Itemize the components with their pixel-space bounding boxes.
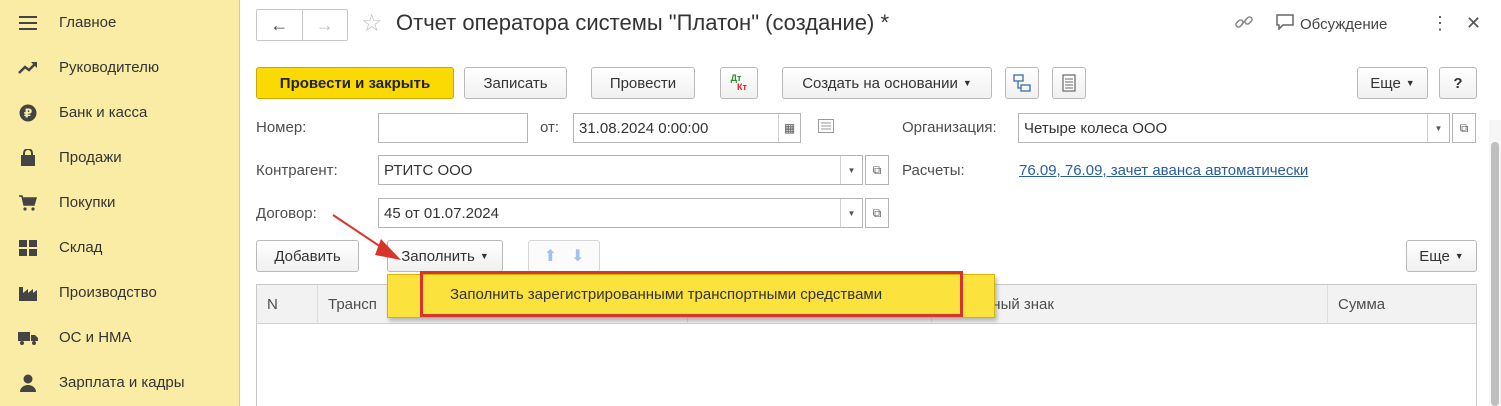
chevron-down-icon: ▼ <box>1454 251 1464 261</box>
post-and-close-button[interactable]: Провести и закрыть <box>256 67 454 99</box>
calendar-icon[interactable]: ▦ <box>778 114 800 142</box>
close-icon[interactable]: ✕ <box>1466 13 1481 34</box>
structure-button[interactable] <box>1005 67 1039 99</box>
chat-icon <box>1276 14 1294 34</box>
report-button[interactable] <box>1052 67 1086 99</box>
number-field[interactable] <box>378 113 528 143</box>
sidebar: Главное Руководителю ₽ Банк и касса Прод… <box>0 0 240 406</box>
more-button[interactable]: Еще ▼ <box>1357 67 1428 99</box>
sidebar-item-label: Склад <box>59 239 103 256</box>
create-based-on-button[interactable]: Создать на основании ▼ <box>782 67 992 99</box>
discussion-button[interactable]: Обсуждение <box>1276 14 1387 34</box>
document-form: ← → ☆ Отчет оператора системы "Платон" (… <box>241 0 1501 406</box>
counterparty-field[interactable]: РТИТС ООО ▼ <box>378 155 863 185</box>
history-icon[interactable] <box>818 119 834 136</box>
settlements-label: Расчеты: <box>902 162 965 179</box>
discussion-label: Обсуждение <box>1300 15 1388 33</box>
column-header-n[interactable]: N <box>257 285 318 324</box>
open-counterparty-button[interactable]: ⧉ <box>865 155 889 185</box>
move-buttons: ⬆ ⬇ <box>528 240 600 272</box>
date-from-label: от: <box>540 119 560 136</box>
truck-icon <box>18 328 38 348</box>
menu-icon <box>18 13 38 33</box>
arrow-up-icon[interactable]: ⬆ <box>544 246 557 266</box>
chevron-down-icon[interactable]: ▼ <box>840 199 862 227</box>
warehouse-icon <box>18 238 38 258</box>
sidebar-item-manager[interactable]: Руководителю <box>0 45 240 90</box>
post-button[interactable]: Провести <box>591 67 695 99</box>
number-label: Номер: <box>256 119 307 136</box>
sidebar-item-main[interactable]: Главное <box>0 0 240 45</box>
forward-button[interactable]: → <box>301 10 348 40</box>
arrow-down-icon[interactable]: ⬇ <box>571 246 584 266</box>
date-field[interactable]: 31.08.2024 0:00:00 ▦ <box>573 113 801 143</box>
page-title: Отчет оператора системы "Платон" (создан… <box>396 10 890 35</box>
table-more-button[interactable]: Еще ▼ <box>1406 240 1477 272</box>
sidebar-item-warehouse[interactable]: Склад <box>0 225 240 270</box>
factory-icon <box>18 283 38 303</box>
sidebar-item-label: Банк и касса <box>59 104 148 121</box>
scrollbar-thumb[interactable] <box>1491 142 1499 406</box>
sidebar-item-production[interactable]: Производство <box>0 270 240 315</box>
open-contract-button[interactable]: ⧉ <box>865 198 889 228</box>
fill-dropdown-menu: Заполнить зарегистрированными транспортн… <box>387 271 995 318</box>
date-value: 31.08.2024 0:00:00 <box>579 119 709 137</box>
link-icon[interactable] <box>1234 12 1254 37</box>
kebab-menu-icon[interactable]: ⋮ <box>1431 13 1449 34</box>
sidebar-item-purchases[interactable]: Покупки <box>0 180 240 225</box>
favorite-star-icon[interactable]: ☆ <box>361 12 383 36</box>
ruble-icon: ₽ <box>18 103 38 123</box>
contract-label: Договор: <box>256 205 317 222</box>
organization-value: Четыре колеса ООО <box>1024 119 1168 137</box>
cart-icon <box>18 193 38 213</box>
person-icon <box>18 373 38 393</box>
column-header-amount[interactable]: Сумма <box>1328 285 1478 324</box>
organization-label: Организация: <box>902 119 997 136</box>
sidebar-item-label: Руководителю <box>59 59 160 76</box>
sidebar-item-sales[interactable]: Продажи <box>0 135 240 180</box>
create-based-on-label: Создать на основании <box>802 74 958 92</box>
help-button[interactable]: ? <box>1439 67 1477 99</box>
sidebar-item-label: Продажи <box>59 149 122 166</box>
chevron-down-icon: ▼ <box>962 78 972 88</box>
contract-value: 45 от 01.07.2024 <box>384 204 499 222</box>
kt-label: Кт <box>737 82 747 92</box>
nav-buttons: ← → <box>256 9 348 41</box>
sidebar-item-fixed-assets[interactable]: ОС и НМА <box>0 315 240 360</box>
chevron-down-icon[interactable]: ▼ <box>840 156 862 184</box>
settlements-link[interactable]: 76.09, 76.09, зачет аванса автоматически <box>1019 162 1308 179</box>
trend-icon <box>18 58 38 78</box>
chevron-down-icon: ▼ <box>479 251 489 261</box>
sidebar-item-label: Главное <box>59 14 117 31</box>
report-icon <box>1062 74 1076 92</box>
sidebar-item-label: ОС и НМА <box>59 329 132 346</box>
bag-icon <box>18 148 38 168</box>
hierarchy-icon <box>1013 74 1031 92</box>
annotation-arrow-icon <box>332 214 401 260</box>
chevron-down-icon: ▼ <box>1405 78 1415 88</box>
save-button[interactable]: Записать <box>464 67 567 99</box>
vertical-scrollbar[interactable] <box>1489 120 1501 406</box>
sidebar-item-salary[interactable]: Зарплата и кадры <box>0 360 240 405</box>
fill-label: Заполнить <box>401 247 475 265</box>
sidebar-item-label: Производство <box>59 284 157 301</box>
organization-field[interactable]: Четыре колеса ООО ▼ <box>1018 113 1450 143</box>
fill-registered-vehicles-item[interactable]: Заполнить зарегистрированными транспортн… <box>420 271 963 317</box>
counterparty-label: Контрагент: <box>256 162 338 179</box>
chevron-down-icon[interactable]: ▼ <box>1427 114 1449 142</box>
svg-text:₽: ₽ <box>24 106 32 120</box>
sidebar-item-label: Покупки <box>59 194 116 211</box>
sidebar-item-bank[interactable]: ₽ Банк и касса <box>0 90 240 135</box>
more-label: Еще <box>1370 74 1401 92</box>
open-organization-button[interactable]: ⧉ <box>1452 113 1476 143</box>
dt-kt-button[interactable]: Дт Кт <box>720 67 758 99</box>
contract-field[interactable]: 45 от 01.07.2024 ▼ <box>378 198 863 228</box>
back-button[interactable]: ← <box>257 10 302 40</box>
counterparty-value: РТИТС ООО <box>384 161 473 179</box>
sidebar-item-label: Зарплата и кадры <box>59 374 185 391</box>
table-more-label: Еще <box>1419 247 1450 265</box>
